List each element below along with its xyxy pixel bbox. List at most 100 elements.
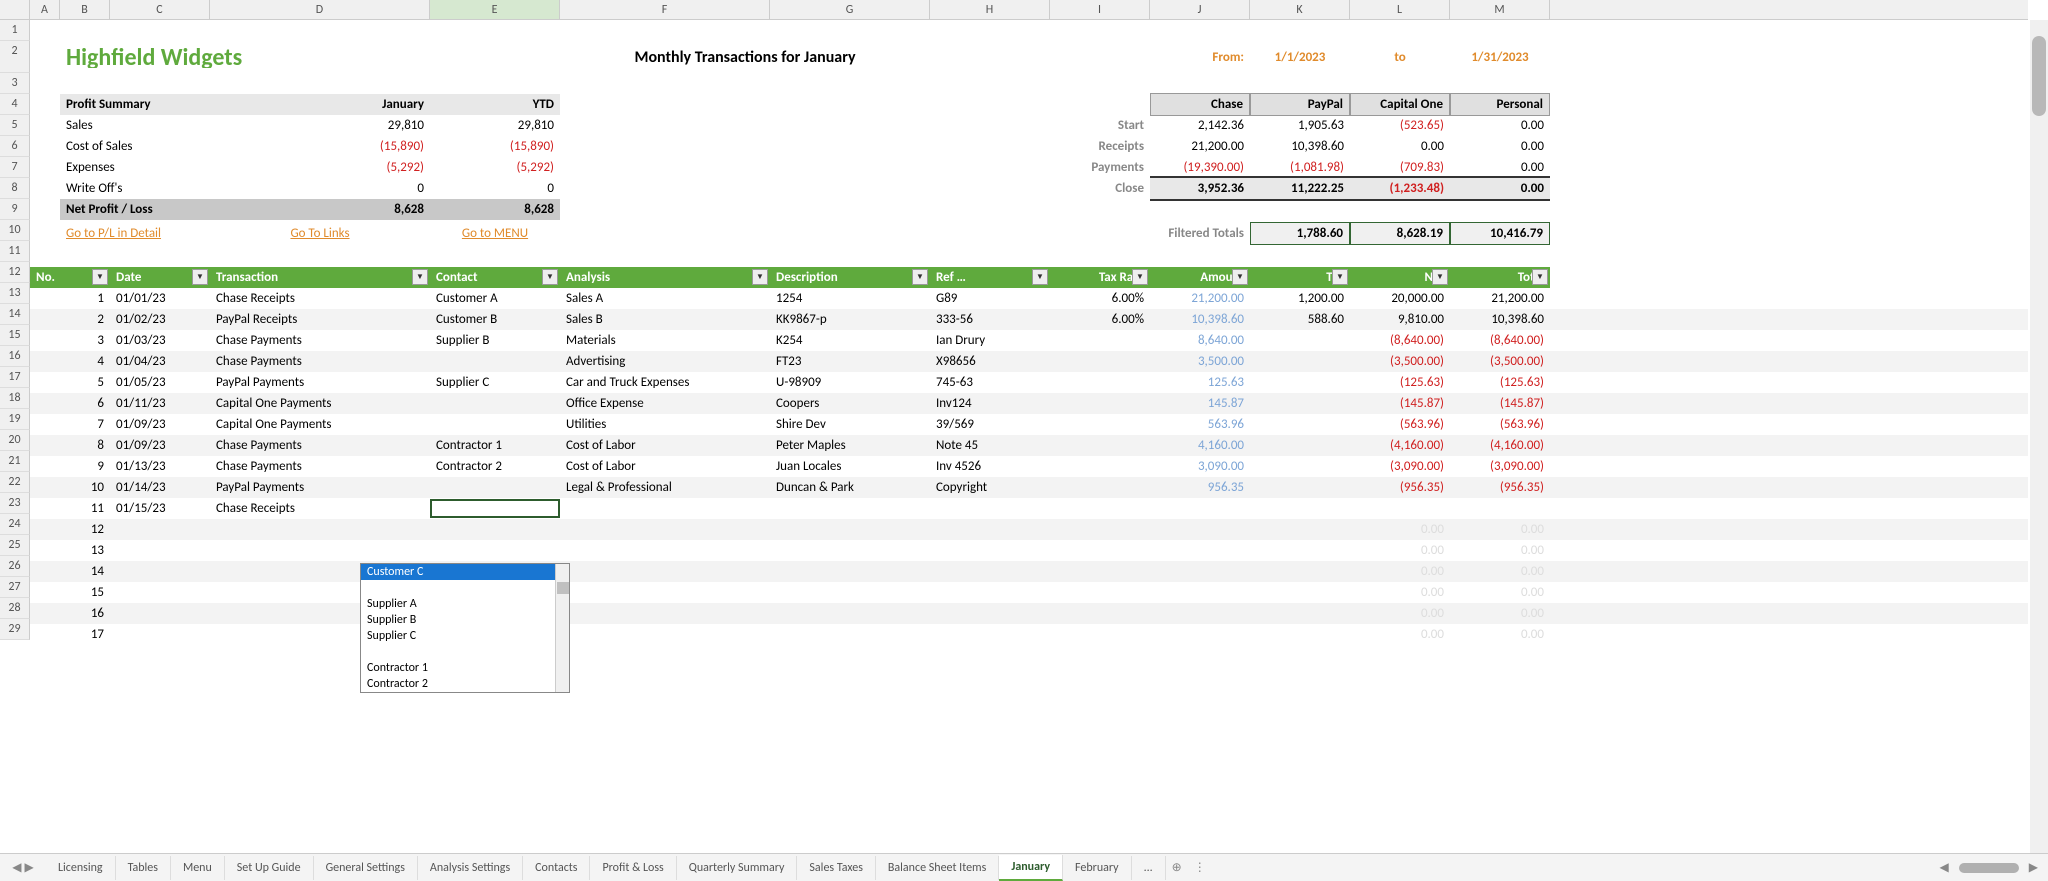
col-D[interactable]: D <box>210 0 430 19</box>
row-19[interactable]: 19 <box>0 409 30 430</box>
link-go-links[interactable]: Go To Links <box>290 226 349 241</box>
col-A[interactable]: A <box>30 0 60 19</box>
tab-next-icon[interactable]: ▶ <box>25 860 34 875</box>
dropdown-scrollbar[interactable] <box>555 564 569 692</box>
col-H[interactable]: H <box>930 0 1050 19</box>
contact-dropdown[interactable]: Customer C Supplier ASupplier BSupplier … <box>360 563 570 693</box>
row-10[interactable]: 10 <box>0 220 30 241</box>
row-18[interactable]: 18 <box>0 388 30 409</box>
dropdown-item[interactable]: Supplier C <box>361 628 569 644</box>
table-row[interactable]: 801/09/23Chase PaymentsContractor 1Cost … <box>30 435 2028 456</box>
row-25[interactable]: 25 <box>0 535 30 556</box>
filter-icon[interactable]: ▼ <box>912 269 928 285</box>
row-24[interactable]: 24 <box>0 514 30 535</box>
hscroll-right-icon[interactable]: ▶ <box>2019 860 2048 875</box>
row-20[interactable]: 20 <box>0 430 30 451</box>
table-row[interactable]: 901/13/23Chase PaymentsContractor 2Cost … <box>30 456 2028 477</box>
row-27[interactable]: 27 <box>0 577 30 598</box>
row-8[interactable]: 8 <box>0 178 30 199</box>
row-14[interactable]: 14 <box>0 304 30 325</box>
hscroll-thumb[interactable] <box>1959 863 2019 873</box>
add-sheet-icon[interactable]: ⊕ <box>1166 860 1188 875</box>
dropdown-scroll-thumb[interactable] <box>557 582 569 594</box>
row-6[interactable]: 6 <box>0 136 30 157</box>
row-29[interactable]: 29 <box>0 619 30 640</box>
row-12[interactable]: 12 <box>0 262 30 283</box>
col-C[interactable]: C <box>110 0 210 19</box>
tab-quarterly-summary[interactable]: Quarterly Summary <box>677 856 798 880</box>
col-G[interactable]: G <box>770 0 930 19</box>
tab-more[interactable]: ... <box>1132 856 1166 880</box>
dropdown-item[interactable]: Supplier B <box>361 612 569 628</box>
col-F[interactable]: F <box>560 0 770 19</box>
filter-icon[interactable]: ▼ <box>1332 269 1348 285</box>
tab-tables[interactable]: Tables <box>116 856 171 880</box>
col-M[interactable]: M <box>1450 0 1550 19</box>
dropdown-toggle-icon[interactable]: ▼ <box>558 501 560 518</box>
table-row[interactable]: 701/09/23Capital One PaymentsUtilitiesSh… <box>30 414 2028 435</box>
tab-profit-&-loss[interactable]: Profit & Loss <box>590 856 676 880</box>
row-21[interactable]: 21 <box>0 451 30 472</box>
hscroll-left-icon[interactable]: ◀ <box>1930 860 1959 875</box>
tab-january[interactable]: January <box>999 855 1063 881</box>
filter-icon[interactable]: ▼ <box>542 269 558 285</box>
row-26[interactable]: 26 <box>0 556 30 577</box>
row-13[interactable]: 13 <box>0 283 30 304</box>
tab-general-settings[interactable]: General Settings <box>314 856 418 880</box>
filter-icon[interactable]: ▼ <box>1132 269 1148 285</box>
row-16[interactable]: 16 <box>0 346 30 367</box>
table-row[interactable]: 501/05/23PayPal PaymentsSupplier CCar an… <box>30 372 2028 393</box>
tab-menu[interactable]: Menu <box>171 856 225 880</box>
col-B[interactable]: B <box>60 0 110 19</box>
row-7[interactable]: 7 <box>0 157 30 178</box>
table-row[interactable]: 401/04/23Chase PaymentsAdvertisingFT23X9… <box>30 351 2028 372</box>
tab-contacts[interactable]: Contacts <box>523 856 590 880</box>
tab-prev-icon[interactable]: ◀ <box>12 860 21 875</box>
col-I[interactable]: I <box>1050 0 1150 19</box>
filter-icon[interactable]: ▼ <box>1432 269 1448 285</box>
table-row[interactable]: 301/03/23Chase PaymentsSupplier BMateria… <box>30 330 2028 351</box>
tab-february[interactable]: February <box>1063 856 1132 880</box>
tab-menu-icon[interactable]: ⋮ <box>1188 860 1212 875</box>
tab-licensing[interactable]: Licensing <box>46 856 116 880</box>
tab-analysis-settings[interactable]: Analysis Settings <box>418 856 523 880</box>
col-E[interactable]: E <box>430 0 560 19</box>
col-K[interactable]: K <box>1250 0 1350 19</box>
col-J[interactable]: J <box>1150 0 1250 19</box>
vertical-scroll-thumb[interactable] <box>2032 36 2046 116</box>
tab-balance-sheet-items[interactable]: Balance Sheet Items <box>876 856 999 880</box>
table-row[interactable]: 201/02/23PayPal ReceiptsCustomer BSales … <box>30 309 2028 330</box>
vertical-scrollbar[interactable] <box>2030 20 2048 853</box>
row-9[interactable]: 9 <box>0 199 30 220</box>
table-row[interactable]: 160.000.00 <box>30 603 2028 624</box>
table-row[interactable]: 1101/15/23Chase Receipts▼ <box>30 498 2028 519</box>
row-22[interactable]: 22 <box>0 472 30 493</box>
table-row[interactable]: 140.000.00 <box>30 561 2028 582</box>
dropdown-item[interactable]: Contractor 1 <box>361 660 569 676</box>
tab-nav[interactable]: ◀▶ <box>0 860 46 875</box>
table-row[interactable]: 120.000.00 <box>30 519 2028 540</box>
filter-icon[interactable]: ▼ <box>92 269 108 285</box>
filter-icon[interactable]: ▼ <box>1532 269 1548 285</box>
table-row[interactable]: 601/11/23Capital One PaymentsOffice Expe… <box>30 393 2028 414</box>
active-cell-contact[interactable]: ▼ <box>430 499 560 518</box>
row-2[interactable]: 2 <box>0 41 30 73</box>
row-11[interactable]: 11 <box>0 241 30 262</box>
row-17[interactable]: 17 <box>0 367 30 388</box>
filter-icon[interactable]: ▼ <box>412 269 428 285</box>
table-row[interactable]: 101/01/23Chase ReceiptsCustomer ASales A… <box>30 288 2028 309</box>
row-5[interactable]: 5 <box>0 115 30 136</box>
col-L[interactable]: L <box>1350 0 1450 19</box>
table-row[interactable]: 130.000.00 <box>30 540 2028 561</box>
filter-icon[interactable]: ▼ <box>1232 269 1248 285</box>
row-3[interactable]: 3 <box>0 73 30 94</box>
tab-sales-taxes[interactable]: Sales Taxes <box>797 856 875 880</box>
table-row[interactable]: 1001/14/23PayPal PaymentsLegal & Profess… <box>30 477 2028 498</box>
filter-icon[interactable]: ▼ <box>1032 269 1048 285</box>
row-15[interactable]: 15 <box>0 325 30 346</box>
filter-icon[interactable]: ▼ <box>192 269 208 285</box>
filter-icon[interactable]: ▼ <box>752 269 768 285</box>
link-menu[interactable]: Go to MENU <box>462 226 528 241</box>
link-pl-detail[interactable]: Go to P/L in Detail <box>66 226 161 241</box>
row-23[interactable]: 23 <box>0 493 30 514</box>
